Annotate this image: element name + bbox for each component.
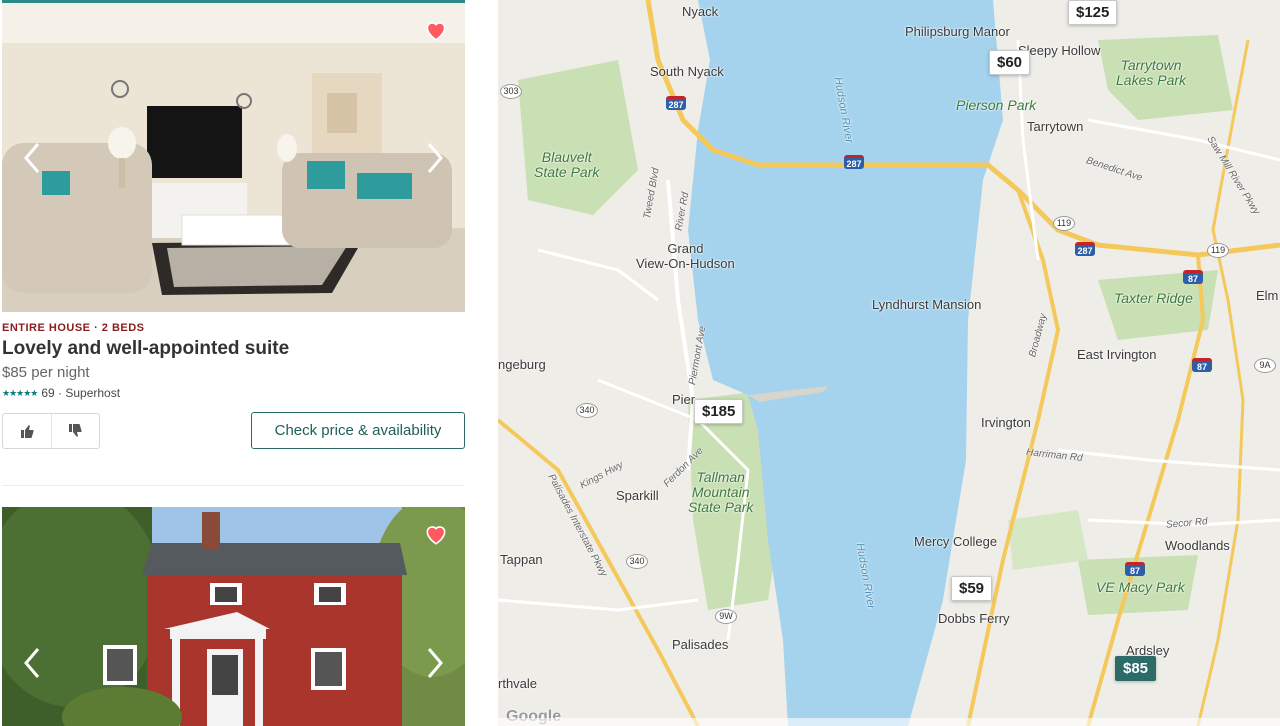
- thumbs-up-button[interactable]: [3, 414, 51, 448]
- listing-title[interactable]: Lovely and well-appointed suite: [2, 338, 465, 360]
- listing-price: $85 per night: [2, 364, 465, 381]
- price-amount: $85: [2, 364, 28, 381]
- map-label-ve-macy: VE Macy Park: [1096, 579, 1185, 595]
- map-label-dobbs-ferry: Dobbs Ferry: [938, 611, 1010, 626]
- thumbs-down-icon: [69, 423, 82, 437]
- map-label-blauvelt: Blauvelt State Park: [534, 149, 600, 180]
- map-label-orangeburg: ngeburg: [498, 357, 546, 372]
- map-label-nyack: Nyack: [682, 4, 719, 19]
- red-house-photo: [2, 507, 465, 726]
- map-label-tarrytown: Tarrytown: [1027, 119, 1084, 134]
- map-label-south-nyack: South Nyack: [650, 64, 724, 79]
- check-availability-button[interactable]: Check price & availability: [251, 412, 465, 449]
- route-marker: 9A: [1254, 358, 1276, 373]
- chevron-left-icon[interactable]: [18, 138, 46, 178]
- map-label-philipsburg: Philipsburg Manor: [905, 24, 1010, 39]
- listing-card[interactable]: [2, 507, 465, 726]
- route-marker: 9W: [715, 609, 737, 624]
- highway-shield: 87: [1192, 358, 1212, 372]
- listing-type: ENTIRE HOUSE · 2 BEDS: [2, 322, 145, 334]
- star-icons: ★★★★★: [2, 387, 38, 398]
- listing-photo[interactable]: [2, 507, 465, 726]
- map-label-sparkill: Sparkill: [616, 488, 659, 503]
- thumbs-down-button[interactable]: [50, 413, 100, 448]
- map-label-tappan: Tappan: [500, 552, 543, 567]
- route-marker: 303: [500, 84, 522, 99]
- route-marker: 340: [576, 403, 598, 418]
- route-marker: 119: [1207, 243, 1229, 258]
- highway-shield: 287: [1075, 242, 1095, 256]
- price-pin[interactable]: $60: [989, 50, 1031, 75]
- highway-shield: 87: [1183, 270, 1203, 284]
- chevron-right-icon[interactable]: [421, 138, 449, 178]
- map-label-mercy-college: Mercy College: [914, 534, 998, 549]
- map-attribution-bar: [498, 718, 1280, 726]
- price-pin[interactable]: $185: [694, 399, 744, 424]
- map-label-elm: Elm: [1256, 288, 1279, 303]
- highway-shield: 287: [844, 155, 864, 169]
- living-room-photo: [2, 3, 465, 312]
- thumbs-up-icon: [20, 424, 34, 438]
- price-unit: per night: [31, 364, 90, 381]
- map-label-irvington: Irvington: [981, 415, 1031, 430]
- listing-column: ENTIRE HOUSE · 2 BEDS Lovely and well-ap…: [0, 0, 498, 726]
- chevron-right-icon[interactable]: [421, 643, 449, 683]
- heart-icon[interactable]: [423, 17, 449, 43]
- map-label-pierson-park: Pierson Park: [956, 97, 1037, 113]
- price-pin-selected[interactable]: $85: [1115, 656, 1157, 681]
- highway-shield: 287: [666, 96, 686, 110]
- heart-icon[interactable]: [423, 521, 449, 547]
- map-view[interactable]: Nyack South Nyack Blauvelt State Park Gr…: [498, 0, 1280, 726]
- map-label-piermont: Pier: [672, 392, 696, 407]
- highway-shield: 87: [1125, 562, 1145, 576]
- chevron-left-icon[interactable]: [18, 643, 46, 683]
- map-label-woodlands: Woodlands: [1165, 538, 1230, 553]
- review-summary: 69 · Superhost: [41, 386, 121, 400]
- price-pin[interactable]: $125: [1068, 0, 1118, 25]
- map-label-northvale: rthvale: [498, 676, 538, 691]
- app-root: ENTIRE HOUSE · 2 BEDS Lovely and well-ap…: [0, 0, 1280, 726]
- map-label-tallman: Tallman Mountain State Park: [688, 469, 754, 515]
- listing-divider: [2, 485, 465, 486]
- map-label-east-irvington: East Irvington: [1077, 347, 1157, 362]
- route-marker: 119: [1053, 216, 1075, 231]
- listing-card[interactable]: ENTIRE HOUSE · 2 BEDS Lovely and well-ap…: [2, 0, 465, 449]
- listing-photo[interactable]: [2, 0, 465, 312]
- map-label-tarrytown-lakes: Tarrytown Lakes Park: [1116, 57, 1187, 88]
- listing-actions: Check price & availability: [2, 412, 465, 449]
- map-label-palisades: Palisades: [672, 637, 729, 652]
- vote-group: [2, 412, 100, 449]
- map-label-lyndhurst: Lyndhurst Mansion: [872, 297, 982, 312]
- route-marker: 340: [626, 554, 648, 569]
- listing-rating: ★★★★★ 69 · Superhost: [2, 386, 465, 400]
- price-pin[interactable]: $59: [951, 576, 993, 601]
- map-label-grand-view: Grand View-On-Hudson: [636, 241, 735, 271]
- map-label-sleepy-hollow: Sleepy Hollow: [1018, 43, 1101, 58]
- map-label-taxter-ridge: Taxter Ridge: [1114, 290, 1193, 306]
- map-canvas: [498, 0, 1280, 726]
